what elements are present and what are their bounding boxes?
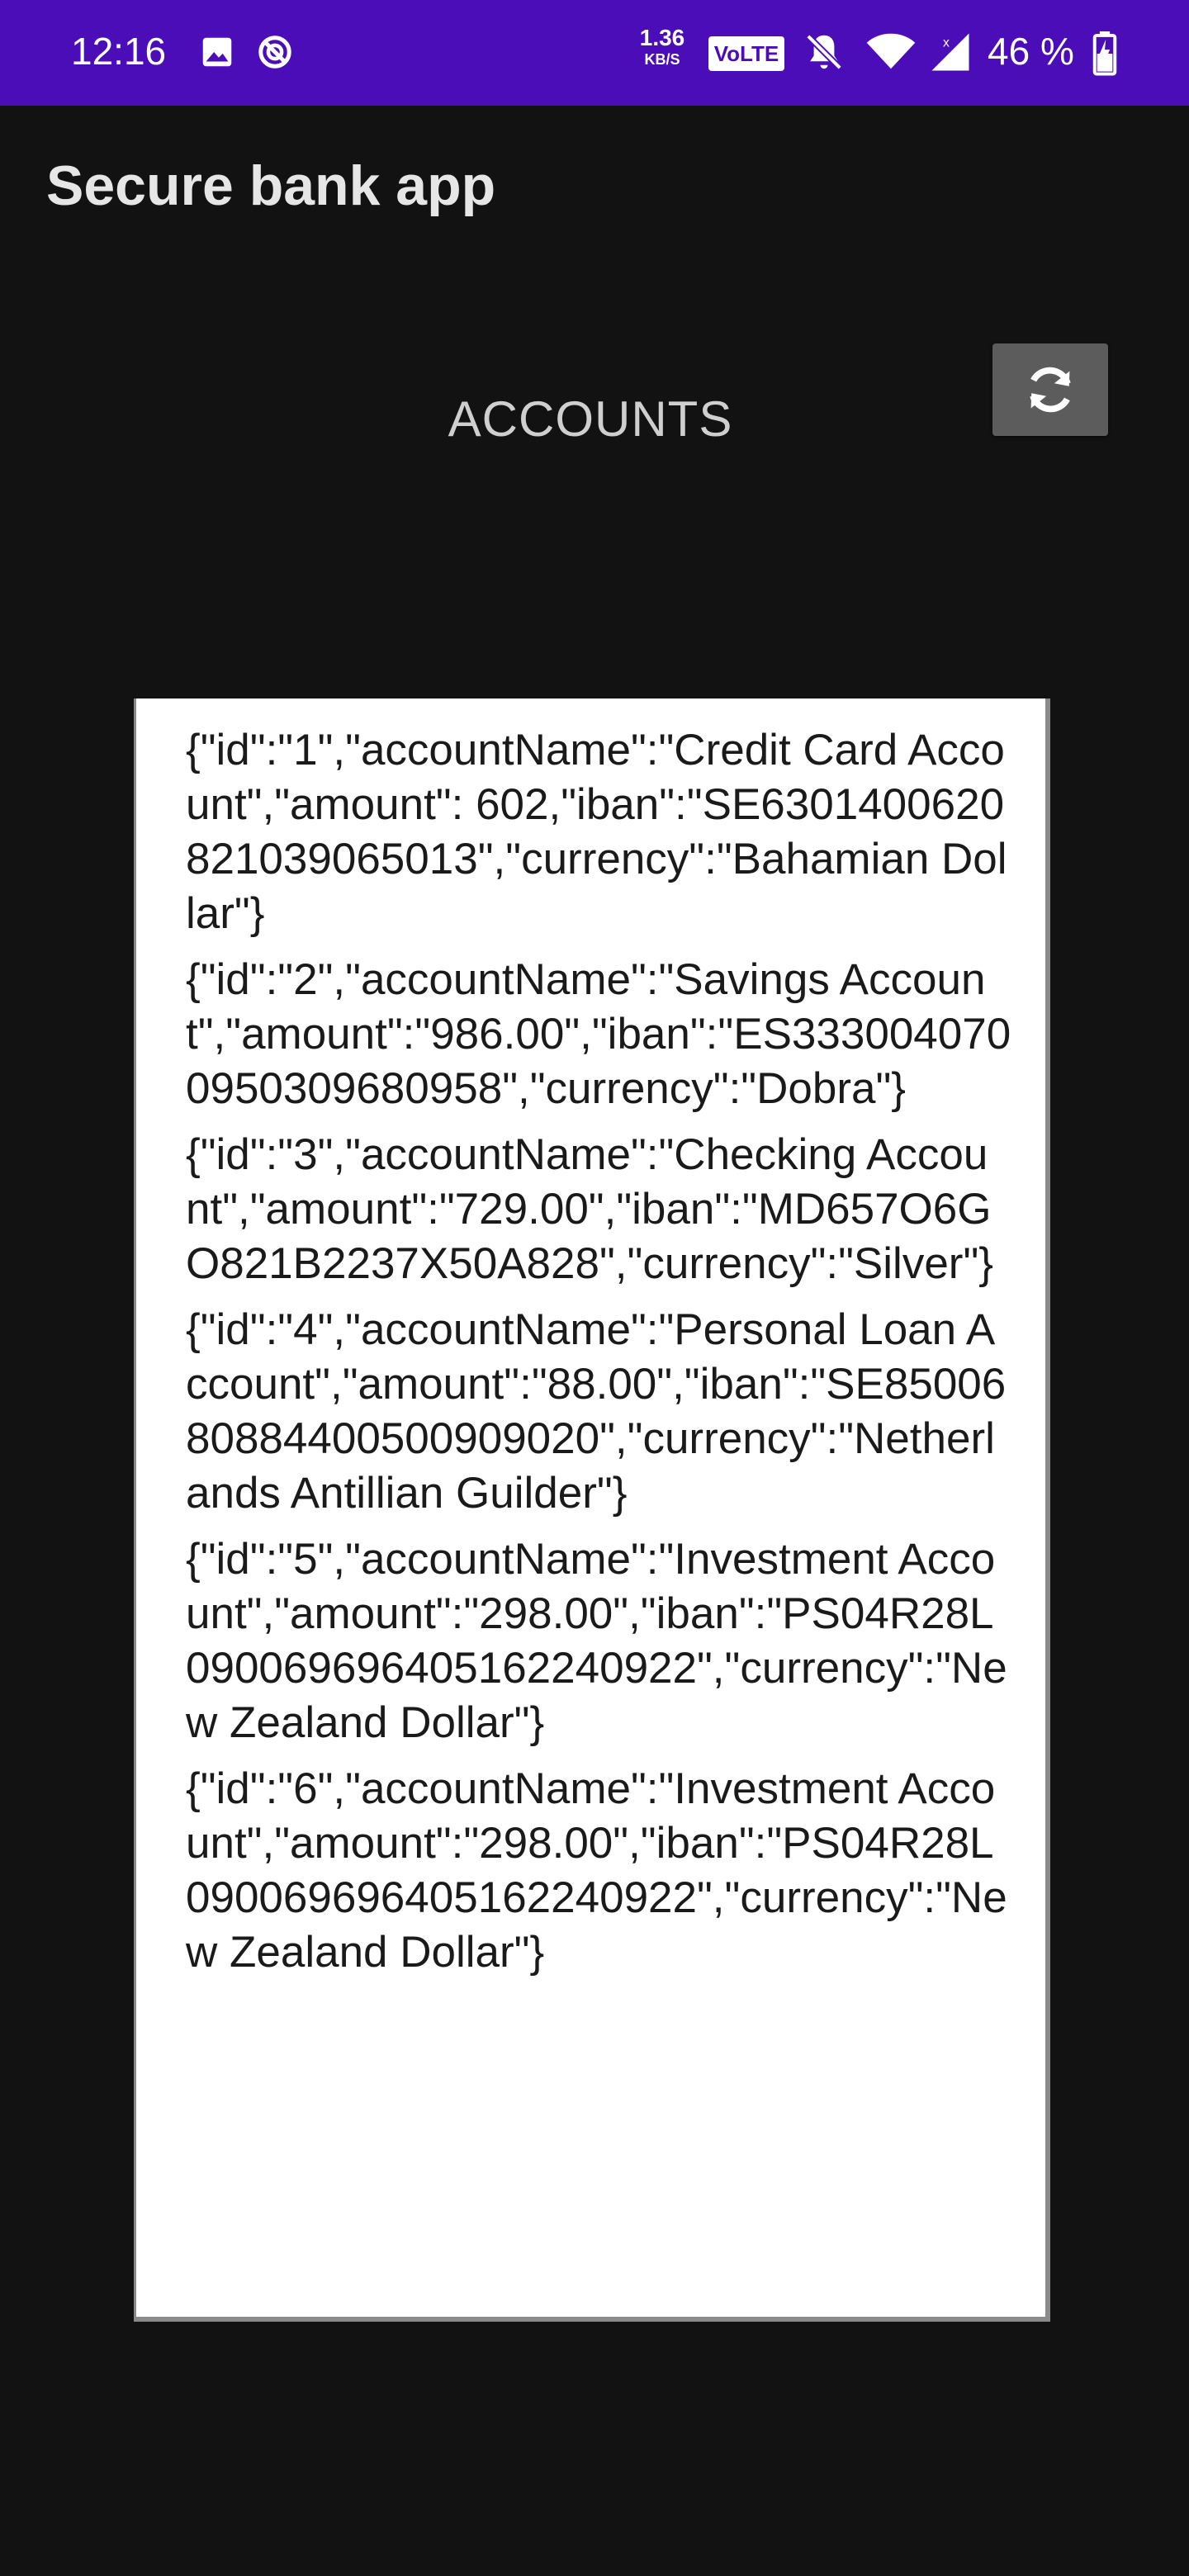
image-icon: [202, 37, 232, 67]
do-not-disturb-icon: [258, 36, 291, 69]
account-entry-2: {"id":"2","accountName":"Savings Account…: [186, 955, 1011, 1113]
refresh-button[interactable]: [992, 343, 1108, 436]
volte-badge: VoLTE: [708, 36, 784, 71]
app-title: Secure bank app: [46, 154, 496, 217]
network-speed-unit: KB/S: [644, 51, 680, 68]
bell-off-icon: [804, 32, 844, 72]
cellular-signal-icon: x: [931, 33, 969, 71]
svg-text:x: x: [943, 36, 950, 50]
wifi-icon: [866, 33, 916, 69]
accounts-list: {"id":"1","accountName":"Credit Card Acc…: [186, 723, 1011, 1991]
status-time: 12:16: [71, 30, 167, 73]
account-entry-1: {"id":"1","accountName":"Credit Card Acc…: [186, 726, 1007, 938]
account-entry-3: {"id":"3","accountName":"Checking Accoun…: [186, 1130, 993, 1288]
accounts-panel[interactable]: {"id":"1","accountName":"Credit Card Acc…: [134, 698, 1050, 2322]
network-speed: 1.36 KB/S: [632, 25, 692, 68]
account-entry-4: {"id":"4","accountName":"Personal Loan A…: [186, 1305, 1007, 1518]
battery-charging-icon: [1092, 31, 1117, 76]
account-entry-5: {"id":"5","accountName":"Investment Acco…: [186, 1535, 1007, 1747]
refresh-icon: [1030, 367, 1071, 413]
network-speed-value: 1.36: [639, 25, 685, 50]
account-entry-6: {"id":"6","accountName":"Investment Acco…: [186, 1764, 1007, 1977]
battery-percent: 46 %: [988, 30, 1074, 73]
status-bar: 12:16 1.36 KB/S VoLTE x 46 %: [0, 0, 1189, 106]
